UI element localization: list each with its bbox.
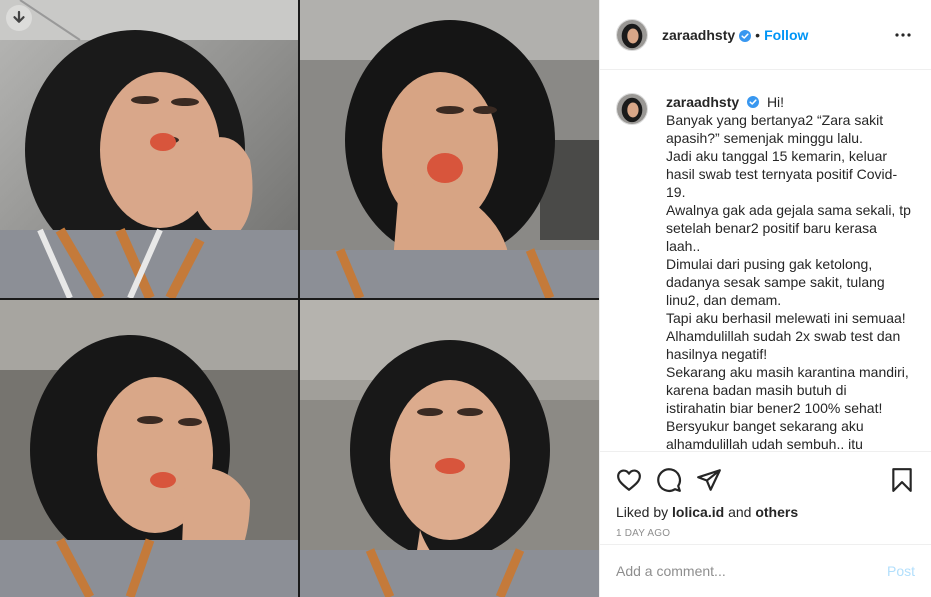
caption-area[interactable]: zaraadhsty Hi! Banyak yang bertanya2 “Za… [600, 71, 931, 451]
post-media[interactable] [0, 0, 599, 597]
caption-line: linu2, dan demam. [666, 292, 782, 308]
caption-line: hasil swab test ternyata positif Covid- [666, 166, 898, 182]
caption-line: apasih?” semenjak minggu lalu. [666, 130, 863, 146]
caption-line: setelah benar2 positif baru kerasa [666, 220, 877, 236]
header-username[interactable]: zaraadhsty [662, 27, 735, 43]
download-button[interactable] [6, 5, 32, 31]
post-details-panel: zaraadhsty • Follow zaraadhsty Hi! Banya… [599, 0, 931, 597]
caption-line: Hi! [766, 94, 785, 110]
caption-line: 19. [666, 184, 686, 200]
more-options-button[interactable] [891, 23, 915, 47]
likes-summary: Liked by lolica.id and others [616, 504, 915, 520]
header-separator: • [755, 26, 761, 43]
share-button[interactable] [696, 467, 722, 493]
caption-line: karena badan masih butuh di [666, 382, 847, 398]
download-icon [10, 9, 28, 27]
share-icon [696, 467, 722, 493]
caption-line: laah.. [666, 238, 701, 254]
likes-user-link[interactable]: lolica.id [672, 504, 724, 520]
likes-conjunction: and [728, 504, 752, 520]
caption-line: istirahatin biar bener2 100% sehat! [666, 400, 883, 416]
caption-text: zaraadhsty Hi! Banyak yang bertanya2 “Za… [666, 93, 915, 451]
caption-line: Alhamdulillah sudah 2x swab test dan [666, 328, 901, 344]
caption-line: Jadi aku tanggal 15 kemarin, keluar [666, 148, 888, 164]
caption-line: dadanya sesak sampe sakit, tulang [666, 274, 885, 290]
caption-avatar[interactable] [616, 93, 648, 125]
caption-username[interactable]: zaraadhsty [666, 94, 739, 110]
comment-input[interactable] [616, 563, 887, 579]
action-icons [616, 460, 915, 500]
photo-bottom-left [0, 300, 298, 597]
save-button[interactable] [889, 467, 915, 493]
post-header: zaraadhsty • Follow [600, 0, 931, 70]
caption-line: hasilnya negatif! [666, 346, 768, 362]
photo-top-left [0, 0, 298, 298]
comment-box: Post [600, 544, 931, 597]
avatar[interactable] [616, 18, 648, 51]
bookmark-icon [889, 467, 915, 493]
likes-prefix: Liked by [616, 504, 669, 520]
caption-line: Bersyukur banget sekarang aku [666, 418, 864, 434]
caption-line: Sekarang aku masih karantina mandiri, [666, 364, 909, 380]
comment-icon [656, 467, 682, 493]
caption-line: Awalnya gak ada gejala sama sekali, tp [666, 202, 911, 218]
follow-button[interactable]: Follow [764, 27, 808, 43]
heart-icon [616, 467, 642, 493]
post-timestamp[interactable]: 1 DAY AGO [616, 528, 915, 539]
verified-badge-icon [739, 29, 752, 42]
photo-bottom-right [300, 300, 599, 597]
likes-others-link[interactable]: others [755, 504, 798, 520]
caption-line: alhamdulillah udah sembuh.. itu [666, 436, 863, 451]
more-options-icon [895, 32, 911, 37]
like-button[interactable] [616, 467, 642, 493]
caption-row: zaraadhsty Hi! Banyak yang bertanya2 “Za… [616, 93, 915, 451]
comment-button[interactable] [656, 467, 682, 493]
post-comment-button[interactable]: Post [887, 563, 915, 579]
caption-line: Dimulai dari pusing gak ketolong, [666, 256, 873, 272]
caption-line: Banyak yang bertanya2 “Zara sakit [666, 112, 884, 128]
verified-badge-icon [747, 94, 760, 108]
photo-top-right [300, 0, 599, 298]
post-actions: Liked by lolica.id and others 1 DAY AGO [600, 451, 931, 539]
caption-line: Tapi aku berhasil melewati ini semuaa! [666, 310, 906, 326]
